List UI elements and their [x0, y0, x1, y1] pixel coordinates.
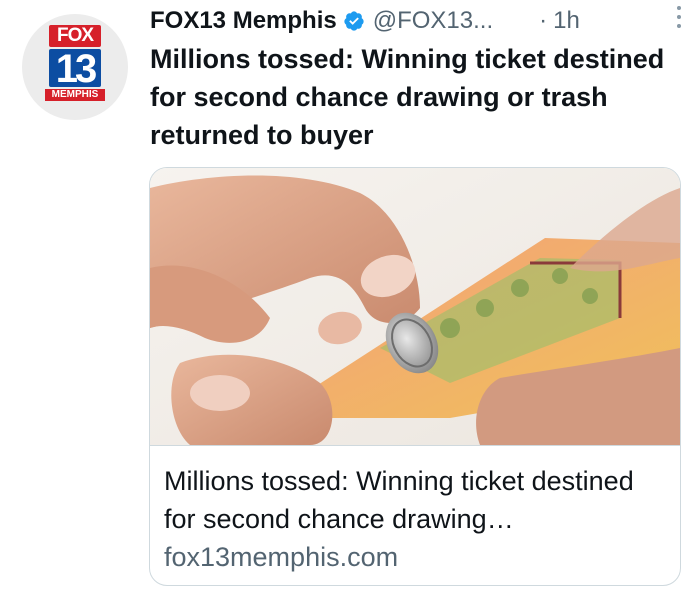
card-title[interactable]: Millions tossed: Winning ticket destined… [164, 462, 669, 538]
account-handle[interactable]: @FOX13... [373, 7, 493, 35]
card-body[interactable]: Millions tossed: Winning ticket destined… [150, 445, 680, 585]
account-name[interactable]: FOX13 Memphis [150, 7, 337, 35]
tweet-text: Millions tossed: Winning ticket destined… [150, 44, 665, 150]
logo-memphis-text: MEMPHIS [45, 89, 105, 101]
verified-badge-icon [343, 10, 365, 32]
link-card[interactable]: Millions tossed: Winning ticket destined… [149, 167, 681, 586]
avatar[interactable]: FOX 13 MEMPHIS [22, 14, 128, 120]
tweet-timestamp[interactable]: 1h [553, 7, 580, 35]
separator-dot: · [539, 7, 548, 34]
logo-fox-text: FOX [49, 25, 101, 47]
card-image[interactable] [150, 168, 680, 445]
tweet-header: FOX13 Memphis @FOX13... · 1h [150, 4, 690, 38]
card-domain[interactable]: fox13memphis.com [164, 540, 398, 574]
tweet[interactable]: FOX 13 MEMPHIS FOX13 Memphis @FOX13... ·… [0, 0, 700, 605]
fox13-logo: FOX 13 MEMPHIS [45, 21, 105, 105]
logo-number-text: 13 [49, 49, 101, 89]
lottery-ticket-image [150, 168, 680, 445]
more-options-icon[interactable] [676, 6, 682, 30]
